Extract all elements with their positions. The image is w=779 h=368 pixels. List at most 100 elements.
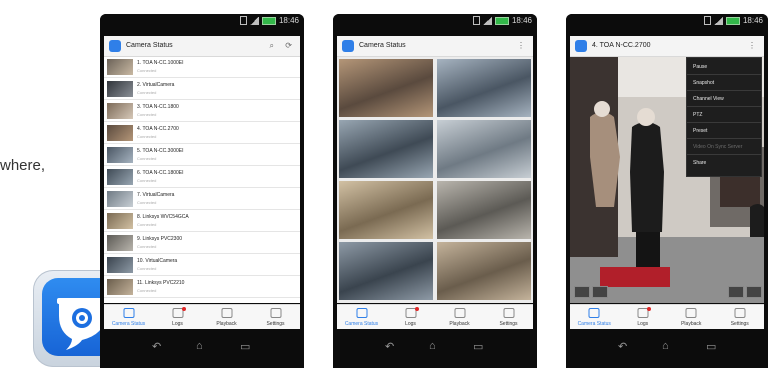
- camera-name: 7. VirtualCamera: [137, 192, 175, 198]
- camera-list-item[interactable]: 7. VirtualCamera Connected: [104, 189, 300, 210]
- camera-thumbnail: [107, 235, 133, 251]
- camera-list-item[interactable]: 2. VirtualCamera Connected: [104, 79, 300, 100]
- tab-settings[interactable]: Settings: [484, 305, 533, 329]
- camera-status-text: Connected: [137, 68, 157, 73]
- camera-name: 2. VirtualCamera: [137, 82, 175, 88]
- app-bar-title: Camera Status: [126, 42, 173, 49]
- notification-badge: [181, 307, 186, 311]
- camera-status-text: Connected: [137, 222, 157, 227]
- back-icon[interactable]: ↶: [152, 340, 161, 353]
- camera-list-item[interactable]: 4. TOA N-CC.2700 Connected: [104, 123, 300, 144]
- back-icon[interactable]: ↶: [618, 340, 627, 353]
- overflow-menu-icon[interactable]: ⋮: [517, 41, 525, 50]
- camera-list-item[interactable]: 5. TOA N-CC.3000EI Connected: [104, 145, 300, 166]
- notification-badge: [646, 307, 651, 311]
- signal-icon: [482, 16, 492, 25]
- recents-icon[interactable]: ▭: [706, 340, 716, 353]
- menu-item-ptz[interactable]: PTZ: [693, 112, 702, 118]
- tab-playback-icon: [685, 308, 697, 318]
- camera-list-item[interactable]: 6. TOA N-CC.1800EI Connected: [104, 167, 300, 188]
- home-icon[interactable]: ⌂: [662, 340, 669, 352]
- tab-settings[interactable]: Settings: [716, 305, 765, 329]
- tab-settings-icon: [503, 308, 514, 318]
- camera-list-item[interactable]: 1. TOA N-CC.1000EI Connected: [104, 57, 300, 78]
- tab-playback[interactable]: Playback: [202, 305, 251, 329]
- camera-thumbnail: [107, 213, 133, 229]
- overflow-menu-icon[interactable]: ⋮: [748, 41, 756, 50]
- home-icon[interactable]: ⌂: [429, 340, 436, 352]
- camera-thumbnail: [107, 147, 133, 163]
- sim-icon: [472, 16, 480, 25]
- tab-settings[interactable]: Settings: [251, 305, 300, 329]
- menu-item-snapshot[interactable]: Snapshot: [693, 80, 714, 86]
- camera-grid-cell[interactable]: [339, 242, 433, 300]
- tab-camera-status[interactable]: Camera Status: [337, 305, 386, 329]
- search-icon[interactable]: ⌕: [270, 41, 274, 51]
- camera-name: 3. TOA N-CC.1800: [137, 104, 179, 110]
- battery-icon: [261, 16, 276, 25]
- tab-camera-status[interactable]: Camera Status: [570, 305, 619, 329]
- bottom-tab-bar: Camera Status Logs Playback Settings: [337, 304, 533, 329]
- android-nav-bar: ↶ ⌂ ▭: [566, 330, 768, 368]
- camera-list-item[interactable]: 9. Linksys PVC2300 Connected: [104, 233, 300, 254]
- camera-grid-cell[interactable]: [437, 242, 531, 300]
- camera-status-text: Connected: [137, 244, 157, 249]
- camera-name: 4. TOA N-CC.2700: [137, 126, 179, 132]
- battery-icon: [494, 16, 509, 25]
- camera-status-text: Connected: [137, 200, 157, 205]
- tab-camera-status-icon: [123, 308, 134, 318]
- record-button[interactable]: [746, 286, 762, 298]
- app-bar: Camera Status ⌕ ⟳: [104, 36, 300, 57]
- sim-icon: [703, 16, 711, 25]
- camera-thumbnail: [107, 81, 133, 97]
- menu-item-video-on-sync-server[interactable]: Video On Sync Server: [693, 144, 742, 150]
- camera-status-text: Connected: [137, 288, 157, 293]
- camera-thumbnail: [107, 257, 133, 273]
- refresh-icon[interactable]: ⟳: [285, 41, 292, 50]
- tab-label: Camera Status: [577, 321, 611, 327]
- tab-camera-status[interactable]: Camera Status: [104, 305, 153, 329]
- app-bar: Camera Status ⋮: [337, 36, 533, 57]
- camera-name: 10. VirtualCamera: [137, 258, 178, 264]
- recents-icon[interactable]: ▭: [240, 340, 250, 353]
- fullscreen-button[interactable]: [574, 286, 590, 298]
- camera-list-item[interactable]: 11. Linksys PVC2210 Connected: [104, 277, 300, 298]
- camera-grid-cell[interactable]: [339, 181, 433, 239]
- app-bar-title: Camera Status: [359, 42, 406, 49]
- camera-grid-cell[interactable]: [437, 59, 531, 117]
- menu-item-channel-view[interactable]: Channel View: [693, 96, 724, 102]
- camera-grid-cell[interactable]: [339, 59, 433, 117]
- menu-item-pause[interactable]: Pause: [693, 64, 707, 70]
- sim-icon: [239, 16, 247, 25]
- tab-label: Playback: [216, 321, 237, 327]
- tab-playback[interactable]: Playback: [435, 305, 484, 329]
- camera-status-text: Connected: [137, 156, 157, 161]
- app-bar-title: 4. TOA N-CC.2700: [592, 42, 651, 49]
- camera-thumbnail: [107, 169, 133, 185]
- home-icon[interactable]: ⌂: [196, 340, 203, 352]
- camera-list-item[interactable]: 8. Linksys WVC54GCA Connected: [104, 211, 300, 232]
- camera-grid-cell[interactable]: [339, 120, 433, 178]
- menu-item-preset[interactable]: Preset: [693, 128, 707, 134]
- tab-label: Camera Status: [344, 321, 379, 327]
- camera-list-item[interactable]: 10. VirtualCamera Connected: [104, 255, 300, 276]
- camera-grid-cell[interactable]: [437, 181, 531, 239]
- recents-icon[interactable]: ▭: [473, 340, 483, 353]
- mute-button[interactable]: [592, 286, 608, 298]
- status-bar: 18:46: [566, 14, 768, 28]
- tab-logs[interactable]: Logs: [619, 305, 668, 329]
- menu-divider: [687, 154, 761, 155]
- camera-grid-cell[interactable]: [437, 120, 531, 178]
- tab-camera-status-icon: [588, 308, 600, 318]
- menu-item-share[interactable]: Share: [693, 160, 706, 166]
- camera-list-item[interactable]: 3. TOA N-CC.1800 Connected: [104, 101, 300, 122]
- menu-divider: [687, 106, 761, 107]
- tab-playback[interactable]: Playback: [667, 305, 716, 329]
- tab-logs[interactable]: Logs: [153, 305, 202, 329]
- back-icon[interactable]: ↶: [385, 340, 394, 353]
- status-time: 18:46: [742, 16, 763, 25]
- tab-logs[interactable]: Logs: [386, 305, 435, 329]
- android-nav-bar: ↶ ⌂ ▭: [100, 330, 304, 368]
- snapshot-button[interactable]: [728, 286, 744, 298]
- tab-label: Logs: [172, 321, 183, 327]
